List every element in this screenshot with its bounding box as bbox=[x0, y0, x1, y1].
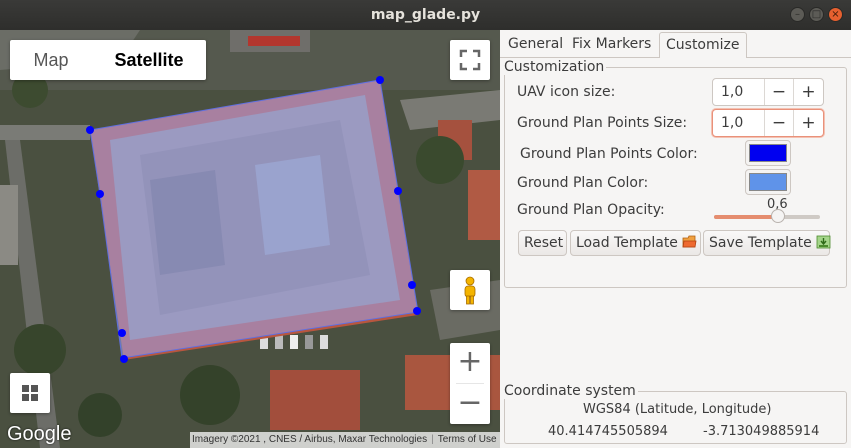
plan-color-swatch bbox=[749, 173, 787, 191]
uav-icon-size-label: UAV icon size: bbox=[517, 84, 616, 100]
map-type-map-button[interactable]: Map bbox=[10, 40, 92, 80]
reset-button[interactable]: Reset bbox=[518, 230, 567, 256]
google-logo: Google bbox=[7, 423, 72, 445]
save-download-icon bbox=[816, 235, 831, 249]
tab-bar: General Fix Markers Customize bbox=[500, 30, 851, 58]
uav-icon-size-increment[interactable]: + bbox=[794, 79, 823, 105]
plan-color-label: Ground Plan Color: bbox=[517, 175, 649, 191]
zoom-in-button[interactable]: + bbox=[450, 343, 490, 383]
pegman-icon bbox=[464, 276, 476, 305]
uav-icon-size-stepper: 1,0 − + bbox=[712, 78, 824, 106]
points-color-swatch bbox=[749, 144, 787, 162]
load-template-button[interactable]: Load Template bbox=[570, 230, 701, 256]
tab-general[interactable]: General bbox=[502, 32, 569, 58]
uav-icon-size-input[interactable]: 1,0 bbox=[713, 79, 765, 105]
title-bar: map_glade.py – □ × bbox=[0, 0, 851, 30]
window-title: map_glade.py bbox=[370, 7, 481, 23]
imagery-credit: Imagery ©2021 , CNES / Airbus, Maxar Tec… bbox=[192, 434, 428, 445]
map-attribution: Imagery ©2021 , CNES / Airbus, Maxar Tec… bbox=[190, 432, 500, 448]
folder-open-icon bbox=[682, 235, 697, 248]
map-type-satellite-button[interactable]: Satellite bbox=[92, 40, 206, 80]
minimize-icon[interactable]: – bbox=[790, 7, 805, 22]
zoom-control: + − bbox=[450, 343, 490, 424]
points-size-input[interactable]: 1,0 bbox=[713, 110, 765, 136]
points-size-decrement[interactable]: − bbox=[765, 110, 794, 136]
longitude-value: -3.713049885914 bbox=[703, 424, 820, 439]
save-template-label: Save Template bbox=[709, 235, 812, 251]
fullscreen-icon bbox=[459, 49, 481, 71]
map-view[interactable]: Map Satellite + − Google Imagery ©2021 ,… bbox=[0, 30, 500, 448]
opacity-label: Ground Plan Opacity: bbox=[517, 202, 665, 218]
opacity-slider-fill bbox=[714, 215, 778, 219]
latitude-value: 40.414745505894 bbox=[548, 424, 668, 439]
layers-button[interactable] bbox=[10, 373, 50, 413]
opacity-slider[interactable] bbox=[714, 209, 820, 223]
points-color-label: Ground Plan Points Color: bbox=[520, 146, 698, 162]
uav-icon-size-decrement[interactable]: − bbox=[765, 79, 794, 105]
reset-button-label: Reset bbox=[524, 235, 564, 251]
fullscreen-button[interactable] bbox=[450, 40, 490, 80]
terms-of-use-link[interactable]: Terms of Use bbox=[438, 434, 497, 445]
tab-customize[interactable]: Customize bbox=[659, 32, 747, 58]
tab-fix-markers[interactable]: Fix Markers bbox=[566, 32, 657, 58]
points-size-increment[interactable]: + bbox=[794, 110, 823, 136]
opacity-slider-handle[interactable] bbox=[770, 209, 785, 223]
satellite-imagery bbox=[0, 30, 500, 448]
coordinate-title: Coordinate system bbox=[502, 383, 638, 399]
plan-color-button[interactable] bbox=[745, 169, 791, 195]
map-type-control: Map Satellite bbox=[10, 40, 206, 80]
load-template-label: Load Template bbox=[576, 235, 678, 251]
points-size-label: Ground Plan Points Size: bbox=[517, 115, 688, 131]
street-view-button[interactable] bbox=[450, 270, 490, 310]
save-template-button[interactable]: Save Template bbox=[703, 230, 831, 256]
coordinate-system-name: WGS84 (Latitude, Longitude) bbox=[583, 402, 772, 417]
points-size-stepper: 1,0 − + bbox=[712, 109, 824, 137]
customization-title: Customization bbox=[502, 59, 607, 75]
grid-icon bbox=[22, 385, 38, 401]
close-icon[interactable]: × bbox=[828, 7, 843, 22]
points-color-button[interactable] bbox=[745, 140, 791, 166]
maximize-icon[interactable]: □ bbox=[809, 7, 824, 22]
zoom-out-button[interactable]: − bbox=[450, 384, 490, 424]
